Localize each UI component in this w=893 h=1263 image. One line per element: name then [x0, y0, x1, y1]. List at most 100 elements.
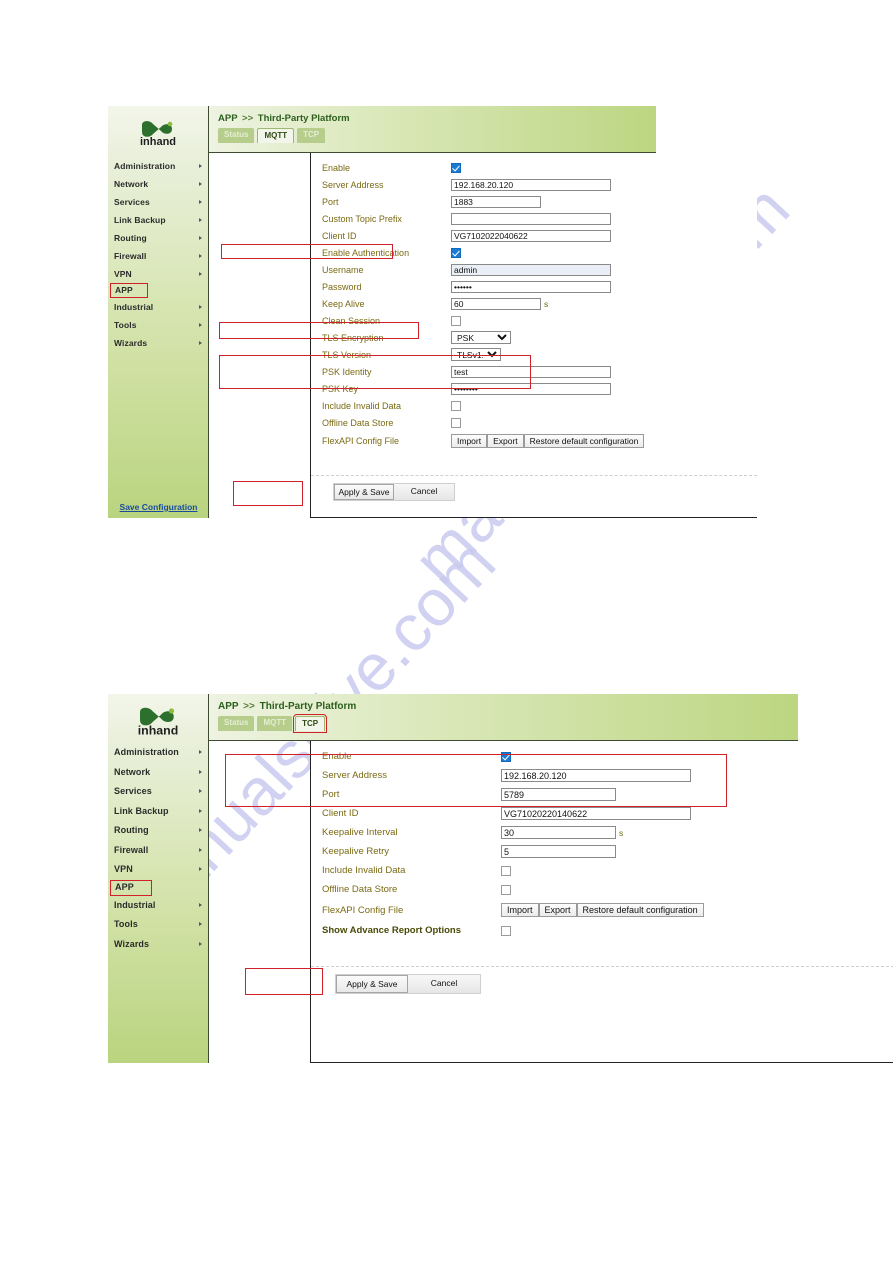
breadcrumb-page: Third-Party Platform [257, 113, 350, 124]
tab-tcp[interactable]: TCP [293, 714, 328, 733]
sidebar-item-services[interactable]: Services [108, 782, 208, 802]
router-console-mqtt: inhand Administration Network Services L… [108, 106, 757, 518]
save-configuration-link[interactable]: Save Configuration [108, 502, 209, 512]
chevron-right-icon [199, 271, 202, 276]
sidebar-item-link-backup[interactable]: Link Backup [108, 211, 208, 229]
sidebar-item-label: Administration [114, 747, 179, 757]
password-input[interactable] [451, 280, 611, 293]
psk-identity-input[interactable] [451, 365, 611, 378]
field-server-address: Server Address [311, 766, 893, 785]
breadcrumb-root: APP [218, 701, 239, 712]
port-input[interactable] [451, 195, 541, 208]
sidebar-item-firewall[interactable]: Firewall [108, 841, 208, 861]
keep-alive-input[interactable] [451, 297, 541, 310]
enable-checkbox[interactable] [501, 751, 511, 762]
sidebar-item-app[interactable]: APP [110, 283, 148, 298]
tab-mqtt[interactable]: MQTT [257, 128, 295, 143]
sidebar-item-tools[interactable]: Tools [108, 915, 208, 935]
field-label: Password [322, 281, 362, 292]
field-tls-version: TLS Version TLSv1.2 [311, 346, 757, 363]
client-id-input[interactable] [451, 229, 611, 242]
restore-default-configuration-button[interactable]: Restore default configuration [576, 903, 704, 917]
sidebar-item-firewall[interactable]: Firewall [108, 247, 208, 265]
psk-key-input[interactable] [451, 382, 611, 395]
import-button[interactable]: Import [501, 903, 539, 917]
clean-session-checkbox[interactable] [451, 315, 461, 326]
include-invalid-data-checkbox[interactable] [501, 865, 511, 876]
sidebar-item-tools[interactable]: Tools [108, 316, 208, 334]
enable-checkbox[interactable] [451, 162, 461, 173]
breadcrumb-separator: >> [242, 113, 254, 124]
tab-status[interactable]: Status [218, 128, 255, 143]
field-client-id: Client ID [311, 804, 893, 823]
sidebar-item-routing[interactable]: Routing [108, 821, 208, 841]
sidebar-item-label: Tools [114, 919, 138, 929]
username-input[interactable] [451, 263, 611, 276]
export-button[interactable]: Export [538, 903, 577, 917]
sidebar-item-administration[interactable]: Administration [108, 157, 208, 175]
custom-topic-prefix-input[interactable] [451, 212, 611, 225]
show-advance-report-options-checkbox[interactable] [501, 925, 511, 936]
inhand-logo: inhand [108, 106, 208, 151]
tab-status[interactable]: Status [218, 716, 255, 731]
sidebar-item-administration[interactable]: Administration [108, 743, 208, 763]
apply-and-save-button[interactable]: Apply & Save [336, 975, 408, 993]
chevron-right-icon [199, 181, 202, 186]
sidebar-nav: Administration Network Services Link Bac… [108, 151, 208, 352]
sidebar-item-label: Tools [114, 320, 137, 330]
sidebar-item-vpn[interactable]: VPN [108, 265, 208, 283]
include-invalid-data-checkbox[interactable] [451, 400, 461, 411]
restore-default-configuration-button[interactable]: Restore default configuration [523, 434, 645, 448]
sidebar-item-label: Firewall [114, 844, 149, 855]
field-label: Server Address [322, 179, 384, 190]
field-offline-data-store: Offline Data Store [311, 880, 893, 899]
sidebar-item-label: Routing [114, 233, 147, 243]
sidebar-item-link-backup[interactable]: Link Backup [108, 802, 208, 822]
sidebar-item-network[interactable]: Network [108, 763, 208, 783]
sidebar-item-services[interactable]: Services [108, 193, 208, 211]
field-label: Include Invalid Data [322, 400, 402, 411]
field-username: Username [311, 261, 757, 278]
tls-version-select[interactable]: TLSv1.2 [451, 348, 501, 361]
sidebar: inhand Administration Network Services L… [108, 694, 209, 1063]
sidebar-item-wizards[interactable]: Wizards [108, 935, 208, 955]
content-area: APP >> Third-Party Platform Status MQTT … [209, 694, 893, 1063]
import-button[interactable]: Import [451, 434, 488, 448]
tab-mqtt[interactable]: MQTT [257, 716, 293, 731]
server-address-input[interactable] [501, 769, 691, 782]
server-address-input[interactable] [451, 178, 611, 191]
inhand-infinity-logo: inhand [140, 120, 176, 148]
apply-and-save-button[interactable]: Apply & Save [334, 484, 394, 500]
offline-data-store-checkbox[interactable] [451, 417, 461, 428]
field-label: Enable Authentication [322, 247, 410, 258]
cancel-button[interactable]: Cancel [394, 484, 454, 500]
sidebar-item-network[interactable]: Network [108, 175, 208, 193]
field-port: Port [311, 785, 893, 804]
port-input[interactable] [501, 788, 616, 801]
sidebar-item-industrial[interactable]: Industrial [108, 298, 208, 316]
enable-authentication-checkbox[interactable] [451, 247, 461, 258]
sidebar-item-label: Link Backup [114, 805, 169, 816]
inhand-logo: inhand [108, 694, 208, 739]
page-header: APP >> Third-Party Platform Status MQTT … [209, 694, 798, 741]
sidebar-item-wizards[interactable]: Wizards [108, 334, 208, 352]
sidebar-item-label: Firewall [114, 251, 147, 261]
sidebar-item-routing[interactable]: Routing [108, 229, 208, 247]
export-button[interactable]: Export [487, 434, 524, 448]
sidebar-item-industrial[interactable]: Industrial [108, 896, 208, 916]
tab-tcp[interactable]: TCP [297, 128, 326, 143]
sidebar-item-label: APP [115, 285, 133, 295]
form-footer: Apply & Save Cancel [311, 966, 893, 994]
sidebar-item-app[interactable]: APP [110, 879, 152, 896]
sidebar-item-vpn[interactable]: VPN [108, 860, 208, 880]
tls-encryption-select[interactable]: PSK [451, 331, 511, 344]
field-label: FlexAPI Config File [322, 436, 400, 446]
client-id-input[interactable] [501, 807, 691, 820]
keep-alive-unit: s [544, 298, 549, 309]
sidebar-item-label: VPN [114, 269, 132, 279]
cancel-button[interactable]: Cancel [408, 975, 480, 993]
offline-data-store-checkbox[interactable] [501, 884, 511, 895]
sidebar-nav: Administration Network Services Link Bac… [108, 739, 208, 954]
keepalive-interval-input[interactable] [501, 826, 616, 839]
keepalive-retry-input[interactable] [501, 845, 616, 858]
